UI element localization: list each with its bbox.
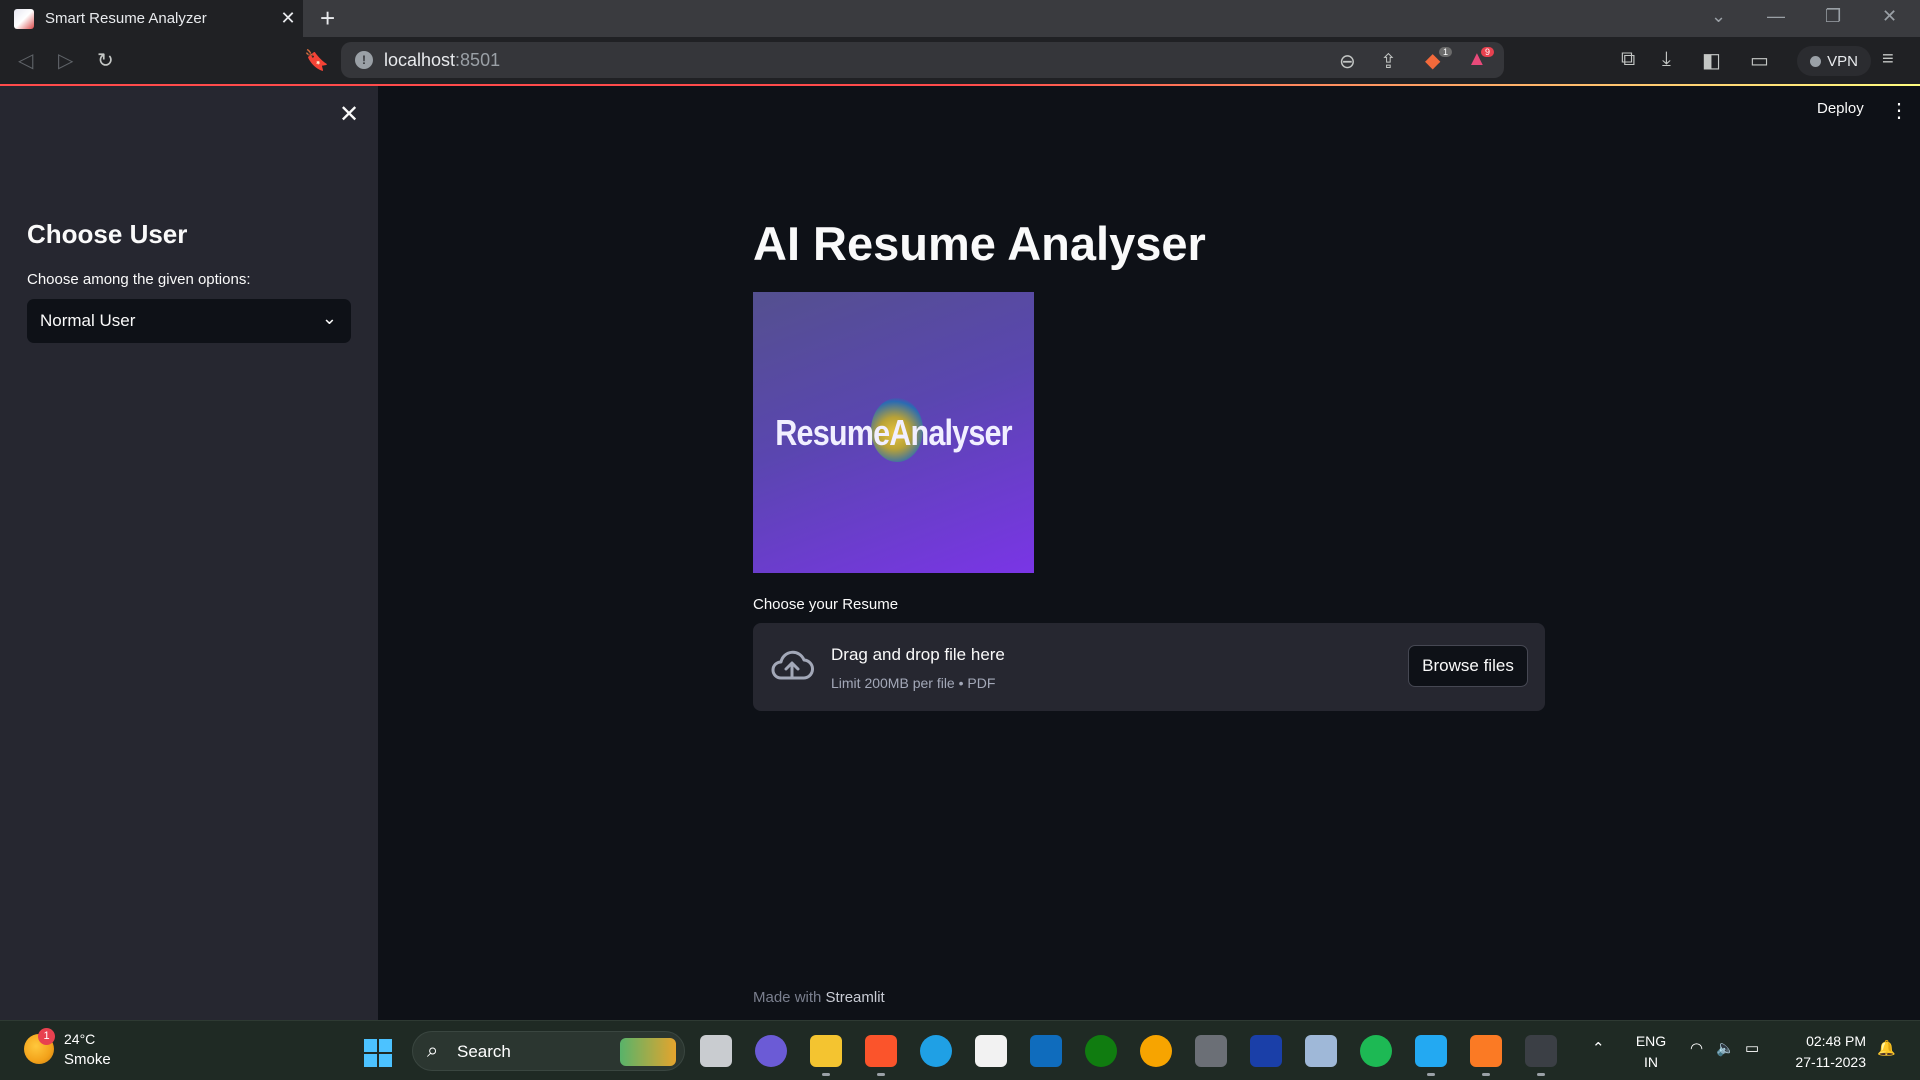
browser-toolbar: ◁ ▷ ↻ 🔖 ! localhost:8501 ⊖ ⇪ ◆ 1 ▲ 9 ⧉ ⤓… xyxy=(0,37,1920,85)
file-explorer-icon[interactable] xyxy=(810,1035,842,1067)
vscode-icon[interactable] xyxy=(1415,1035,1447,1067)
logo-wordmark: ResumeAnalyser xyxy=(775,412,1012,453)
browser-tab-bar: Smart Resume Analyzer ✕ + ⌄ — ❐ ✕ xyxy=(0,0,1920,37)
streamlit-link[interactable]: Streamlit xyxy=(826,989,885,1006)
hero-logo-image: ResumeAnalyser xyxy=(753,292,1034,573)
sidebar-toggle-icon[interactable]: ◧ xyxy=(1702,48,1721,73)
zoom-icon[interactable]: ⊖ xyxy=(1339,49,1356,74)
vpn-status-icon xyxy=(1810,55,1822,67)
vpn-label: VPN xyxy=(1827,52,1858,70)
explorer-running-indicator xyxy=(822,1073,830,1076)
clock-date: 27-11-2023 xyxy=(1795,1054,1866,1070)
restore-icon[interactable]: ❐ xyxy=(1825,6,1841,27)
taskbar-clock[interactable]: 02:48 PM 27-11-2023 xyxy=(1788,1031,1866,1073)
dropzone-limit: Limit 200MB per file • PDF xyxy=(831,675,996,691)
tab-close-icon[interactable]: ✕ xyxy=(273,8,303,29)
tab-title: Smart Resume Analyzer xyxy=(45,10,207,27)
volume-icon[interactable]: 🔈 xyxy=(1716,1039,1735,1057)
resource-monitor-icon[interactable] xyxy=(1305,1035,1337,1067)
xbox-icon[interactable] xyxy=(1085,1035,1117,1067)
dropzone-instruction: Drag and drop file here xyxy=(831,645,1005,664)
taskbar-search-label: Search xyxy=(457,1042,511,1061)
spotify-icon[interactable] xyxy=(1360,1035,1392,1067)
vscode-running-indicator xyxy=(1427,1073,1435,1076)
page-title: AI Resume Analyser xyxy=(753,217,1206,270)
reload-icon[interactable]: ↻ xyxy=(97,48,114,73)
mail-icon[interactable] xyxy=(1030,1035,1062,1067)
battery-icon[interactable]: ▭ xyxy=(1745,1039,1759,1057)
weather-notification-badge: 1 xyxy=(38,1028,55,1045)
search-highlight-icon xyxy=(620,1038,676,1066)
cloud-upload-icon xyxy=(770,647,814,690)
browser-menu-icon[interactable]: ≡ xyxy=(1882,48,1894,71)
teams-chat-icon[interactable] xyxy=(755,1035,787,1067)
clock-time: 02:48 PM xyxy=(1806,1033,1866,1049)
terminal-running-indicator xyxy=(1537,1073,1545,1076)
share-icon[interactable]: ⇪ xyxy=(1380,49,1397,74)
media-app-icon[interactable] xyxy=(1250,1035,1282,1067)
sidebar: ✕ Choose User Choose among the given opt… xyxy=(0,86,378,1020)
resume-uploader-label: Choose your Resume xyxy=(753,596,899,613)
unity-hub-icon[interactable] xyxy=(1195,1035,1227,1067)
edge-icon[interactable] xyxy=(920,1035,952,1067)
weather-temperature[interactable]: 24°C xyxy=(64,1031,95,1047)
new-tab-icon[interactable]: + xyxy=(320,4,335,32)
url-text: localhost:8501 xyxy=(384,50,501,70)
rewards-count-badge: 9 xyxy=(1481,47,1495,57)
input-language-indicator[interactable]: ENG IN xyxy=(1634,1031,1668,1073)
region-code: IN xyxy=(1644,1054,1658,1070)
taskbar-search[interactable]: ⌕ Search xyxy=(412,1031,685,1071)
bookmark-icon[interactable]: 🔖 xyxy=(304,48,329,73)
minimize-icon[interactable]: — xyxy=(1767,6,1785,27)
window-close-icon[interactable]: ✕ xyxy=(1882,6,1897,27)
sidebar-close-icon[interactable]: ✕ xyxy=(339,100,359,129)
browse-files-button[interactable]: Browse files xyxy=(1408,645,1528,687)
weather-app-icon[interactable] xyxy=(1140,1035,1172,1067)
terminal-icon[interactable] xyxy=(1525,1035,1557,1067)
user-type-select-value: Normal User xyxy=(40,311,136,330)
language-code: ENG xyxy=(1635,1033,1667,1049)
windows-taskbar: 1 24°C Smoke ⌕ Search ⌃ ENG IN ◠ 🔈 ▭ 02:… xyxy=(0,1020,1920,1080)
address-bar[interactable]: ! localhost:8501 ⊖ ⇪ ◆ 1 ▲ 9 xyxy=(341,42,1504,78)
task-view-icon[interactable] xyxy=(700,1035,732,1067)
app-favicon-icon xyxy=(14,8,34,29)
show-hidden-icons-chevron-icon[interactable]: ⌃ xyxy=(1592,1039,1605,1057)
back-icon[interactable]: ◁ xyxy=(18,48,33,73)
weather-condition[interactable]: Smoke xyxy=(64,1051,111,1068)
shields-count-badge: 1 xyxy=(1439,47,1453,57)
user-select-label: Choose among the given options: xyxy=(27,271,251,288)
resume-file-uploader[interactable]: Drag and drop file here Limit 200MB per … xyxy=(753,623,1545,711)
search-icon: ⌕ xyxy=(427,1040,439,1062)
xampp-icon[interactable] xyxy=(1470,1035,1502,1067)
brave-running-indicator xyxy=(877,1073,885,1076)
microsoft-store-icon[interactable] xyxy=(975,1035,1007,1067)
wallet-icon[interactable]: ▭ xyxy=(1750,48,1769,73)
forward-icon[interactable]: ▷ xyxy=(58,48,73,73)
user-type-select[interactable]: Normal User ⌄ xyxy=(27,299,351,343)
notification-bell-icon[interactable]: 🔔 xyxy=(1877,1039,1896,1057)
downloads-icon[interactable]: ⤓ xyxy=(1662,48,1671,71)
brave-browser-icon[interactable] xyxy=(865,1035,897,1067)
vpn-button[interactable]: VPN xyxy=(1797,46,1871,76)
wifi-icon[interactable]: ◠ xyxy=(1690,1039,1703,1057)
deploy-button[interactable]: Deploy xyxy=(1817,100,1864,117)
chevron-down-icon: ⌄ xyxy=(321,308,337,328)
footer: Made with Streamlit xyxy=(753,989,885,1006)
xampp-running-indicator xyxy=(1482,1073,1490,1076)
footer-prefix: Made with xyxy=(753,989,826,1006)
browser-tab-active[interactable]: Smart Resume Analyzer ✕ xyxy=(0,0,303,37)
sidebar-title: Choose User xyxy=(27,219,188,249)
extensions-icon[interactable]: ⧉ xyxy=(1621,48,1635,71)
site-info-icon[interactable]: ! xyxy=(355,51,373,69)
windows-start-icon[interactable] xyxy=(364,1039,392,1067)
main-menu-icon[interactable]: ⋮ xyxy=(1889,98,1909,123)
tab-search-chevron-icon[interactable]: ⌄ xyxy=(1711,6,1726,27)
